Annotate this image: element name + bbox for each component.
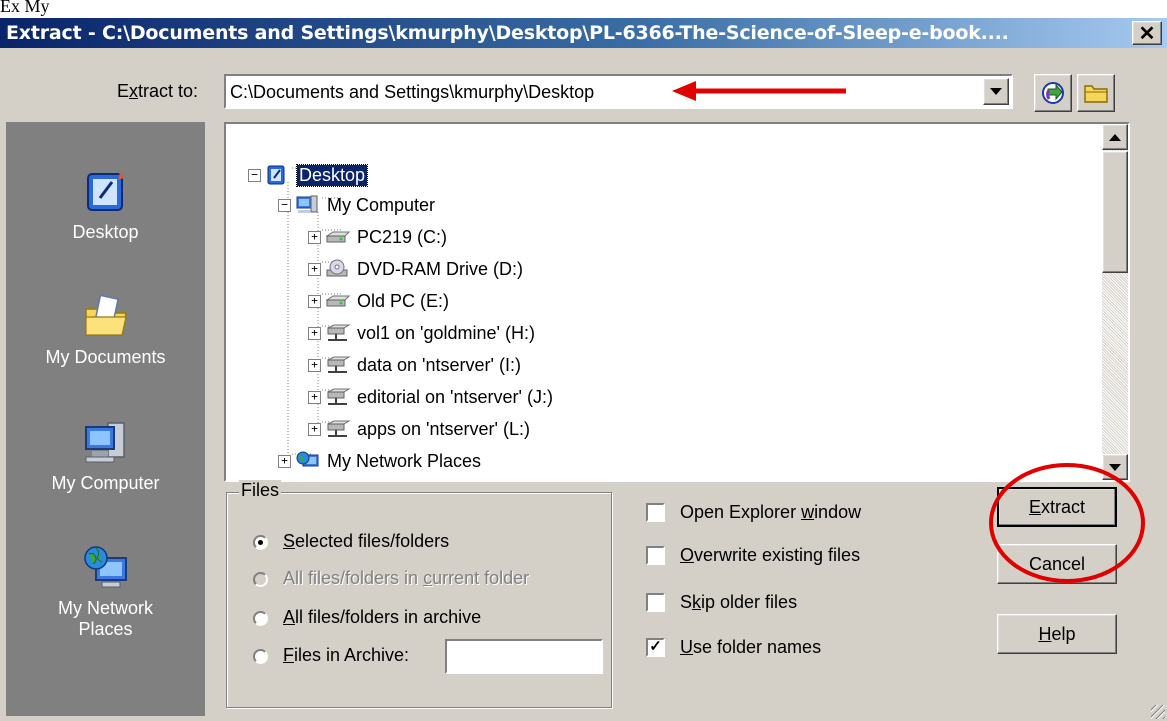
extract-to-label: Extract to: xyxy=(117,81,199,101)
radio-label: Files in Archive: xyxy=(283,645,410,665)
place-my-documents[interactable]: My Documents xyxy=(6,293,205,368)
files-group-title: Files xyxy=(239,480,282,501)
expand-expander[interactable]: + xyxy=(308,358,321,372)
place-label: Desktop xyxy=(72,222,139,242)
place-label-line2: Places xyxy=(78,619,133,639)
radio-current-folder[interactable] xyxy=(253,572,268,587)
tree-item-label: apps on 'ntserver' (L:) xyxy=(357,418,530,439)
folder-icon xyxy=(1084,85,1108,103)
desktop-icon xyxy=(265,164,291,186)
drive-icon xyxy=(325,226,351,248)
tree-item-label: Old PC (E:) xyxy=(357,290,450,311)
red-circle-annotation xyxy=(989,463,1145,583)
expand-expander[interactable]: + xyxy=(308,390,321,404)
tree-item-label: Desktop xyxy=(295,163,369,187)
checkbox-label: Use folder names xyxy=(680,637,822,657)
dvd-drive-icon xyxy=(325,258,351,280)
tree-item-my-network-places[interactable]: + My Network Places xyxy=(278,446,481,476)
place-label-line1: My Network xyxy=(57,598,153,618)
window-title: Extract - C:\Documents and Settings\kmur… xyxy=(6,22,1009,44)
checkbox-label: Overwrite existing files xyxy=(680,545,861,565)
radio-label: Selected files/folders xyxy=(283,531,450,551)
my-computer-icon xyxy=(82,419,130,467)
tree-item-label: My Network Places xyxy=(327,450,482,471)
radio-label: All files/folders in archive xyxy=(283,607,482,627)
tree-item-drive-l[interactable]: + apps on 'ntserver' (L:) xyxy=(308,414,530,444)
extract-to-combobox[interactable]: C:\Documents and Settings\kmurphy\Deskto… xyxy=(224,74,1013,109)
tree-item-label: DVD-RAM Drive (D:) xyxy=(357,258,523,279)
use-folder-names-checkbox[interactable]: ✓ xyxy=(646,638,665,657)
radio-selected-files[interactable] xyxy=(253,535,268,550)
chevron-up-icon xyxy=(1109,133,1121,141)
tree-item-drive-d[interactable]: + DVD-RAM Drive (D:) xyxy=(308,254,523,284)
tree-item-drive-h[interactable]: + vol1 on 'goldmine' (H:) xyxy=(308,318,535,348)
tree-item-drive-c[interactable]: + PC219 (C:) xyxy=(308,222,447,252)
expand-expander[interactable]: + xyxy=(308,262,321,276)
tree-item-my-computer[interactable]: − My Computer xyxy=(278,190,435,220)
network-places-icon xyxy=(82,544,130,592)
extract-to-value: C:\Documents and Settings\kmurphy\Deskto… xyxy=(230,82,595,102)
expand-expander[interactable]: + xyxy=(308,326,321,340)
extract-dialog: Extract - C:\Documents and Settings\kmur… xyxy=(0,18,1167,721)
tree-item-label: data on 'ntserver' (I:) xyxy=(357,354,521,375)
network-drive-icon xyxy=(325,386,351,408)
tree-item-desktop[interactable]: − Desktop xyxy=(248,160,369,190)
document-text-fragment: Ex My xyxy=(0,0,50,20)
drive-icon xyxy=(325,290,351,312)
tree-item-label: vol1 on 'goldmine' (H:) xyxy=(357,322,535,343)
overwrite-checkbox[interactable] xyxy=(646,546,665,565)
network-drive-icon xyxy=(325,322,351,344)
checkbox-label: Skip older files xyxy=(680,592,798,612)
new-folder-button[interactable] xyxy=(1034,74,1072,112)
network-drive-icon xyxy=(325,354,351,376)
tree-item-drive-i[interactable]: + data on 'ntserver' (I:) xyxy=(308,350,521,380)
open-explorer-checkbox[interactable] xyxy=(646,503,665,522)
network-places-icon xyxy=(295,450,321,472)
refresh-arrow-icon xyxy=(1042,82,1064,104)
place-my-network-places[interactable]: My Network Places xyxy=(6,544,205,640)
my-documents-icon xyxy=(82,293,130,341)
scroll-thumb[interactable] xyxy=(1102,151,1128,273)
radio-all-in-archive[interactable] xyxy=(253,611,268,626)
resize-grip[interactable] xyxy=(1151,705,1165,719)
red-arrow-annotation xyxy=(672,81,846,101)
tree-vertical-scrollbar[interactable] xyxy=(1102,124,1128,480)
expand-expander[interactable]: + xyxy=(308,422,321,436)
radio-label: All files/folders in current folder xyxy=(283,568,530,588)
checkbox-label: Open Explorer window xyxy=(680,502,862,522)
network-drive-icon xyxy=(325,418,351,440)
tree-item-drive-j[interactable]: + editorial on 'ntserver' (J:) xyxy=(308,382,553,412)
place-label: My Computer xyxy=(51,473,160,493)
place-label: My Documents xyxy=(45,347,166,367)
browse-folder-button[interactable] xyxy=(1077,74,1115,112)
files-groupbox: Files Selected files/folders All files/f… xyxy=(226,480,612,708)
combobox-dropdown-button[interactable] xyxy=(983,78,1009,105)
tree-item-label: PC219 (C:) xyxy=(357,226,448,247)
expand-expander[interactable]: + xyxy=(308,294,321,308)
help-button[interactable]: Help xyxy=(997,614,1117,654)
expand-expander[interactable]: + xyxy=(308,230,321,244)
checkmark-icon: ✓ xyxy=(649,638,662,655)
my-computer-icon xyxy=(295,194,321,216)
chevron-down-icon xyxy=(990,88,1002,95)
expand-expander[interactable]: + xyxy=(278,454,291,468)
places-bar: Desktop My Documents My Computer My Netw… xyxy=(6,122,205,716)
collapse-expander[interactable]: − xyxy=(248,168,261,182)
place-my-computer[interactable]: My Computer xyxy=(6,419,205,494)
place-desktop[interactable]: Desktop xyxy=(6,168,205,243)
files-in-archive-input[interactable] xyxy=(445,639,603,674)
close-button[interactable]: ✕ xyxy=(1132,21,1162,45)
title-bar: Extract - C:\Documents and Settings\kmur… xyxy=(0,18,1167,48)
tree-item-label: editorial on 'ntserver' (J:) xyxy=(357,386,553,407)
scroll-up-button[interactable] xyxy=(1102,124,1128,150)
radio-files-in-archive[interactable] xyxy=(253,649,268,664)
tree-item-label: My Computer xyxy=(327,194,436,215)
skip-older-checkbox[interactable] xyxy=(646,593,665,612)
desktop-icon xyxy=(82,168,130,216)
tree-item-drive-e[interactable]: + Old PC (E:) xyxy=(308,286,449,316)
collapse-expander[interactable]: − xyxy=(278,198,291,212)
folder-tree[interactable]: − Desktop − My Computer + PC219 (C:) + D… xyxy=(224,122,1130,482)
